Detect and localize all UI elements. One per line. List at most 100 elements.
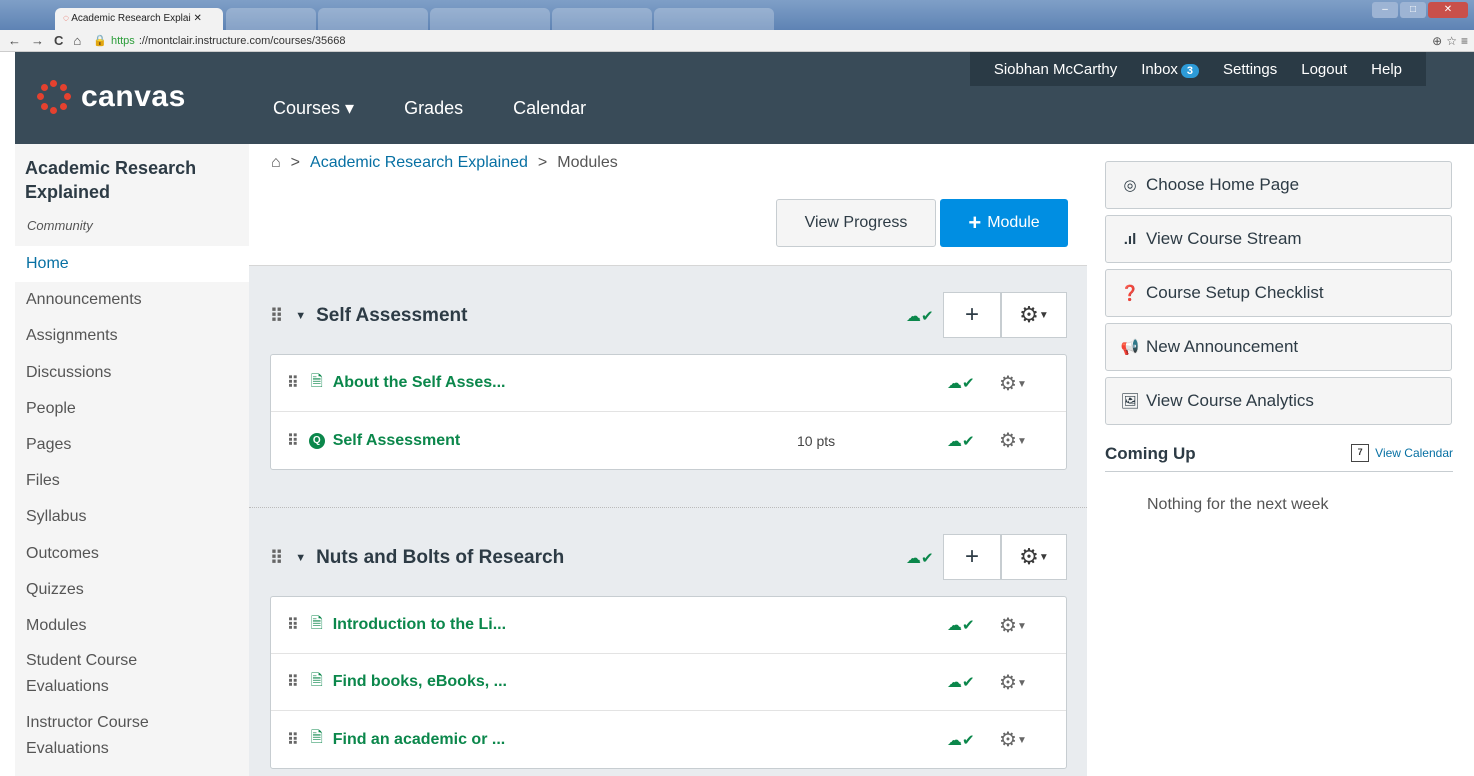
choose-home-page-button[interactable]: ◎ Choose Home Page <box>1105 161 1452 209</box>
sidebar-item-files[interactable]: Files <box>15 463 249 499</box>
sidebar-item-modules[interactable]: Modules <box>15 608 249 644</box>
logout-link[interactable]: Logout <box>1301 61 1347 78</box>
published-cloud-icon[interactable]: ☁✔ <box>947 673 975 691</box>
drag-handle-icon[interactable]: ⠿ <box>287 615 299 635</box>
module-settings-gear-icon[interactable]: ⚙ ▼ <box>1001 534 1067 580</box>
maximize-icon[interactable]: □ <box>1400 2 1426 18</box>
sidebar-item-outcomes[interactable]: Outcomes <box>15 536 249 572</box>
nav-calendar[interactable]: Calendar <box>513 98 586 119</box>
browser-tab[interactable] <box>318 8 428 30</box>
minimize-icon[interactable]: – <box>1372 2 1398 18</box>
view-calendar-link[interactable]: 7 View Calendar <box>1351 444 1453 462</box>
canvas-logo[interactable]: canvas <box>37 80 186 114</box>
home-icon[interactable]: ⌂ <box>73 33 81 48</box>
published-cloud-icon[interactable]: ☁✔ <box>947 374 975 392</box>
module-title: Nuts and Bolts of Research <box>316 547 565 568</box>
inbox-link[interactable]: Inbox 3 <box>1141 61 1200 78</box>
module-item[interactable]: ⠿ 🗎 Find books, eBooks, ... ☁✔ ⚙▼ <box>271 654 1066 711</box>
module-item[interactable]: ⠿ 🗎 Find an academic or ... ☁✔ ⚙▼ <box>271 711 1066 768</box>
sidebar-item-home[interactable]: Home <box>15 246 249 283</box>
browser-tab-active[interactable]: ◌ Academic Research Explai ✕ <box>55 8 223 30</box>
module-item-title[interactable]: About the Self Asses... <box>333 374 506 392</box>
menu-icon[interactable]: ≡ <box>1461 34 1468 48</box>
item-settings-gear-icon[interactable]: ⚙▼ <box>999 371 1027 396</box>
breadcrumb-course-link[interactable]: Academic Research Explained <box>310 154 528 172</box>
canvas-favicon-icon: ◌ <box>63 13 69 24</box>
add-module-button[interactable]: + Module <box>940 199 1068 247</box>
item-settings-gear-icon[interactable]: ⚙▼ <box>999 428 1027 453</box>
browser-tab[interactable] <box>430 8 550 30</box>
published-cloud-icon[interactable]: ☁✔ <box>906 307 934 325</box>
sidebar-item-student-course-evaluations[interactable]: Student Course Evaluations <box>15 644 185 706</box>
published-cloud-icon[interactable]: ☁✔ <box>947 616 975 634</box>
main-nav: Courses ▾ Grades Calendar <box>273 98 586 119</box>
sidebar-item-quizzes[interactable]: Quizzes <box>15 572 249 608</box>
nav-grades[interactable]: Grades <box>404 98 463 119</box>
module-item[interactable]: ⠿ 🗎 About the Self Asses... ☁✔ ⚙▼ <box>271 355 1066 412</box>
item-settings-gear-icon[interactable]: ⚙▼ <box>999 670 1027 695</box>
browser-tab[interactable] <box>552 8 652 30</box>
canvas-logo-icon <box>37 80 71 114</box>
module-item-title[interactable]: Self Assessment <box>333 432 460 450</box>
module-item[interactable]: ⠿ 🗎 Introduction to the Li... ☁✔ ⚙▼ <box>271 597 1066 654</box>
drag-handle-icon[interactable]: ⠿ <box>287 431 299 451</box>
user-name-link[interactable]: Siobhan McCarthy <box>994 61 1117 78</box>
drag-handle-icon[interactable]: ⠿ <box>270 306 283 327</box>
browser-tab[interactable] <box>654 8 774 30</box>
drag-handle-icon[interactable]: ⠿ <box>287 373 299 393</box>
button-label: Course Setup Checklist <box>1146 283 1324 302</box>
sidebar-item-pages[interactable]: Pages <box>15 427 249 463</box>
published-cloud-icon[interactable]: ☁✔ <box>906 549 934 567</box>
module-item-title[interactable]: Introduction to the Li... <box>333 616 506 634</box>
module-items: ⠿ 🗎 Introduction to the Li... ☁✔ ⚙▼ ⠿ 🗎 … <box>270 596 1067 769</box>
bar-chart-icon: .ıl <box>1123 230 1137 248</box>
home-icon[interactable]: ⌂ <box>271 154 281 172</box>
help-link[interactable]: Help <box>1371 61 1402 78</box>
view-calendar-label: View Calendar <box>1375 446 1453 460</box>
compass-icon: ◎ <box>1123 177 1137 194</box>
sidebar-item-instructor-course-evaluations[interactable]: Instructor Course Evaluations <box>15 706 205 768</box>
drag-handle-icon[interactable]: ⠿ <box>287 672 299 692</box>
published-cloud-icon[interactable]: ☁✔ <box>947 432 975 450</box>
module-item-title[interactable]: Find books, eBooks, ... <box>333 673 507 691</box>
item-settings-gear-icon[interactable]: ⚙▼ <box>999 727 1027 752</box>
module-item[interactable]: ⠿ Q Self Assessment 10 pts ☁✔ ⚙▼ <box>271 412 1066 469</box>
item-settings-gear-icon[interactable]: ⚙▼ <box>999 613 1027 638</box>
quiz-icon: Q <box>308 432 325 449</box>
settings-link[interactable]: Settings <box>1223 61 1277 78</box>
zoom-icon[interactable]: ⊕ <box>1432 34 1442 48</box>
add-item-button[interactable]: + <box>943 534 1001 580</box>
course-title: Academic Research Explained <box>25 158 197 202</box>
course-setup-checklist-button[interactable]: ❓ Course Setup Checklist <box>1105 269 1452 317</box>
new-announcement-button[interactable]: 📢 New Announcement <box>1105 323 1452 371</box>
url-field[interactable]: 🔒 https://montclair.instructure.com/cour… <box>93 34 345 48</box>
reload-icon[interactable]: C <box>54 33 63 48</box>
drag-handle-icon[interactable]: ⠿ <box>287 730 299 750</box>
close-icon[interactable]: ✕ <box>1428 2 1468 18</box>
view-course-analytics-button[interactable]: 🖼 View Course Analytics <box>1105 377 1452 425</box>
drag-handle-icon[interactable]: ⠿ <box>270 548 283 569</box>
sidebar-item-syllabus[interactable]: Syllabus <box>15 499 249 535</box>
published-cloud-icon[interactable]: ☁✔ <box>947 731 975 749</box>
page-icon: 🗎 <box>310 372 323 390</box>
module-settings-gear-icon[interactable]: ⚙ ▼ <box>1001 292 1067 338</box>
sidebar-item-discussions[interactable]: Discussions <box>15 355 249 391</box>
page-icon: 🗎 <box>310 614 323 632</box>
sidebar-item-people[interactable]: People <box>15 391 249 427</box>
collapse-caret-icon[interactable]: ▼ <box>295 552 306 564</box>
add-item-button[interactable]: + <box>943 292 1001 338</box>
collapse-caret-icon[interactable]: ▼ <box>295 310 306 322</box>
module-item-title[interactable]: Find an academic or ... <box>333 731 506 749</box>
window-controls: – □ ✕ <box>1372 2 1468 18</box>
sidebar-item-assignments[interactable]: Assignments <box>15 318 249 354</box>
browser-tab[interactable] <box>226 8 316 30</box>
star-icon[interactable]: ☆ <box>1446 34 1457 48</box>
forward-icon[interactable]: → <box>31 33 44 48</box>
module-header[interactable]: ⠿ ▼ Self Assessment ☁✔ + ⚙ ▼ <box>270 286 1067 346</box>
back-icon[interactable]: ← <box>8 33 21 48</box>
nav-courses[interactable]: Courses ▾ <box>273 98 354 119</box>
view-progress-button[interactable]: View Progress <box>776 199 936 247</box>
view-course-stream-button[interactable]: .ıl View Course Stream <box>1105 215 1452 263</box>
module-header[interactable]: ⠿ ▼ Nuts and Bolts of Research ☁✔ + ⚙ ▼ <box>270 528 1067 588</box>
sidebar-item-announcements[interactable]: Announcements <box>15 282 249 318</box>
